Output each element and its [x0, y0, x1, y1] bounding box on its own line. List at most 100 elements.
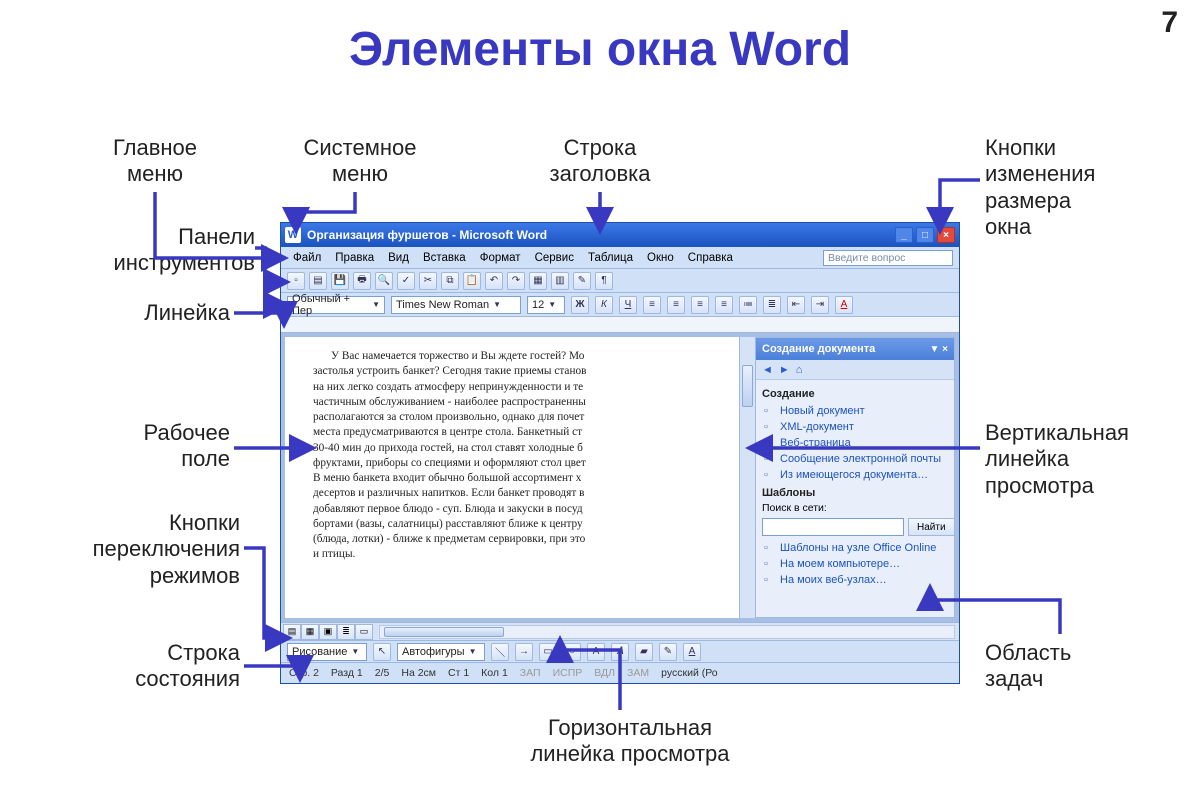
- undo-icon[interactable]: ↶: [485, 272, 503, 290]
- open-icon[interactable]: ▤: [309, 272, 327, 290]
- tp-search-input[interactable]: [762, 518, 904, 536]
- tp-link-new-doc[interactable]: Новый документ: [762, 403, 948, 419]
- forward-icon[interactable]: ►: [779, 364, 790, 376]
- taskpane-section-create: Создание: [762, 388, 948, 400]
- status-pages: 2/5: [375, 667, 390, 679]
- document-text[interactable]: У Вас намечается торжество и Вы ждете го…: [313, 349, 725, 563]
- textbox-icon[interactable]: A: [587, 643, 605, 661]
- indent-icon[interactable]: ⇥: [811, 296, 829, 314]
- oval-icon[interactable]: ○: [563, 643, 581, 661]
- menu-tools[interactable]: Сервис: [529, 250, 580, 266]
- arrow-icon[interactable]: →: [515, 643, 533, 661]
- view-weblayout-icon[interactable]: ▦: [301, 624, 319, 640]
- align-center-icon[interactable]: ≡: [667, 296, 685, 314]
- italic-icon[interactable]: К: [595, 296, 613, 314]
- rectangle-icon[interactable]: ▭: [539, 643, 557, 661]
- view-reading-icon[interactable]: ▭: [355, 624, 373, 640]
- menu-table[interactable]: Таблица: [582, 250, 639, 266]
- copy-icon[interactable]: ⧉: [441, 272, 459, 290]
- status-bar: Стр. 2 Разд 1 2/5 На 2см Ст 1 Кол 1 ЗАП …: [281, 663, 959, 683]
- word-icon[interactable]: W: [285, 227, 301, 243]
- tp-link-existing[interactable]: Из имеющегося документа…: [762, 467, 948, 483]
- status-trk: ИСПР: [553, 667, 583, 679]
- hscroll-row: ▤ ▦ ▣ ≣ ▭: [281, 623, 959, 641]
- view-printlayout-icon[interactable]: ▣: [319, 624, 337, 640]
- fillcolor-icon[interactable]: ▰: [635, 643, 653, 661]
- wordart-icon[interactable]: 𝐴: [611, 643, 629, 661]
- fontcolor-icon[interactable]: A: [683, 643, 701, 661]
- redo-icon[interactable]: ↷: [507, 272, 525, 290]
- outdent-icon[interactable]: ⇤: [787, 296, 805, 314]
- paste-icon[interactable]: 📋: [463, 272, 481, 290]
- menu-help[interactable]: Справка: [682, 250, 739, 266]
- taskpane-nav[interactable]: ◄ ► ⌂: [756, 360, 954, 380]
- horizontal-scrollbar[interactable]: [379, 625, 955, 639]
- status-section: Разд 1: [331, 667, 363, 679]
- tp-search-label: Поиск в сети:: [762, 502, 948, 514]
- standard-toolbar: ▫ ▤ 💾 🖶 🔍 ✓ ✂ ⧉ 📋 ↶ ↷ ▦ ▥ ✎ ¶: [281, 269, 959, 293]
- back-icon[interactable]: ◄: [762, 364, 773, 376]
- print-icon[interactable]: 🖶: [353, 272, 371, 290]
- minimize-button[interactable]: _: [895, 227, 913, 243]
- status-col: Кол 1: [481, 667, 508, 679]
- menu-bar: Файл Правка Вид Вставка Формат Сервис Та…: [281, 247, 959, 269]
- scroll-thumb[interactable]: [742, 365, 753, 407]
- vertical-scrollbar[interactable]: [739, 337, 755, 618]
- callout-resize-buttons: Кнопки изменения размера окна: [985, 135, 1165, 241]
- paragraph-mark-icon[interactable]: ¶: [595, 272, 613, 290]
- justify-icon[interactable]: ≡: [715, 296, 733, 314]
- title-bar[interactable]: W Организация фуршетов - Microsoft Word …: [281, 223, 959, 247]
- linecolor-icon[interactable]: ✎: [659, 643, 677, 661]
- drawing-menu[interactable]: Рисование▼: [287, 643, 367, 661]
- menu-file[interactable]: Файл: [287, 250, 327, 266]
- home-icon[interactable]: ⌂: [796, 364, 803, 376]
- menu-edit[interactable]: Правка: [329, 250, 380, 266]
- underline-icon[interactable]: Ч: [619, 296, 637, 314]
- tp-link-office-online[interactable]: Шаблоны на узле Office Online: [762, 540, 948, 556]
- line-icon[interactable]: ＼: [491, 643, 509, 661]
- tp-link-my-computer[interactable]: На моем компьютере…: [762, 556, 948, 572]
- spellcheck-icon[interactable]: ✓: [397, 272, 415, 290]
- drawing-icon[interactable]: ✎: [573, 272, 591, 290]
- window-title: Организация фуршетов - Microsoft Word: [307, 228, 547, 242]
- tp-search-button[interactable]: Найти: [908, 518, 954, 536]
- ask-question-box[interactable]: Введите вопрос: [823, 250, 953, 266]
- columns-icon[interactable]: ▥: [551, 272, 569, 290]
- new-doc-icon[interactable]: ▫: [287, 272, 305, 290]
- bold-icon[interactable]: Ж: [571, 296, 589, 314]
- size-combo[interactable]: 12▼: [527, 296, 565, 314]
- view-outline-icon[interactable]: ≣: [337, 624, 355, 640]
- view-normal-icon[interactable]: ▤: [283, 624, 301, 640]
- save-icon[interactable]: 💾: [331, 272, 349, 290]
- hscroll-thumb[interactable]: [384, 627, 504, 637]
- cut-icon[interactable]: ✂: [419, 272, 437, 290]
- menu-insert[interactable]: Вставка: [417, 250, 472, 266]
- select-objects-icon[interactable]: ↖: [373, 643, 391, 661]
- close-button[interactable]: ×: [937, 227, 955, 243]
- table-icon[interactable]: ▦: [529, 272, 547, 290]
- tp-link-web[interactable]: Веб-страница: [762, 435, 948, 451]
- menu-format[interactable]: Формат: [474, 250, 527, 266]
- taskpane-close-icon[interactable]: ▼ ×: [929, 344, 948, 355]
- preview-icon[interactable]: 🔍: [375, 272, 393, 290]
- menu-view[interactable]: Вид: [382, 250, 415, 266]
- horizontal-ruler[interactable]: [281, 317, 959, 333]
- numbering-icon[interactable]: ≔: [739, 296, 757, 314]
- style-combo[interactable]: Обычный + Пер▼: [287, 296, 385, 314]
- document-area[interactable]: У Вас намечается торжество и Вы ждете го…: [285, 337, 739, 618]
- font-combo[interactable]: Times New Roman▼: [391, 296, 521, 314]
- bullets-icon[interactable]: ≣: [763, 296, 781, 314]
- taskpane-title-bar[interactable]: Создание документа ▼ ×: [756, 338, 954, 360]
- tp-link-xml[interactable]: XML-документ: [762, 419, 948, 435]
- menu-window[interactable]: Окно: [641, 250, 680, 266]
- status-ovr: ЗАМ: [627, 667, 649, 679]
- callout-main-menu: Главное меню: [70, 135, 240, 188]
- align-left-icon[interactable]: ≡: [643, 296, 661, 314]
- maximize-button[interactable]: □: [916, 227, 934, 243]
- status-at: На 2см: [401, 667, 436, 679]
- autoshapes-menu[interactable]: Автофигуры▼: [397, 643, 485, 661]
- tp-link-email[interactable]: Сообщение электронной почты: [762, 451, 948, 467]
- tp-link-my-web[interactable]: На моих веб-узлах…: [762, 572, 948, 588]
- font-color-icon[interactable]: A: [835, 296, 853, 314]
- align-right-icon[interactable]: ≡: [691, 296, 709, 314]
